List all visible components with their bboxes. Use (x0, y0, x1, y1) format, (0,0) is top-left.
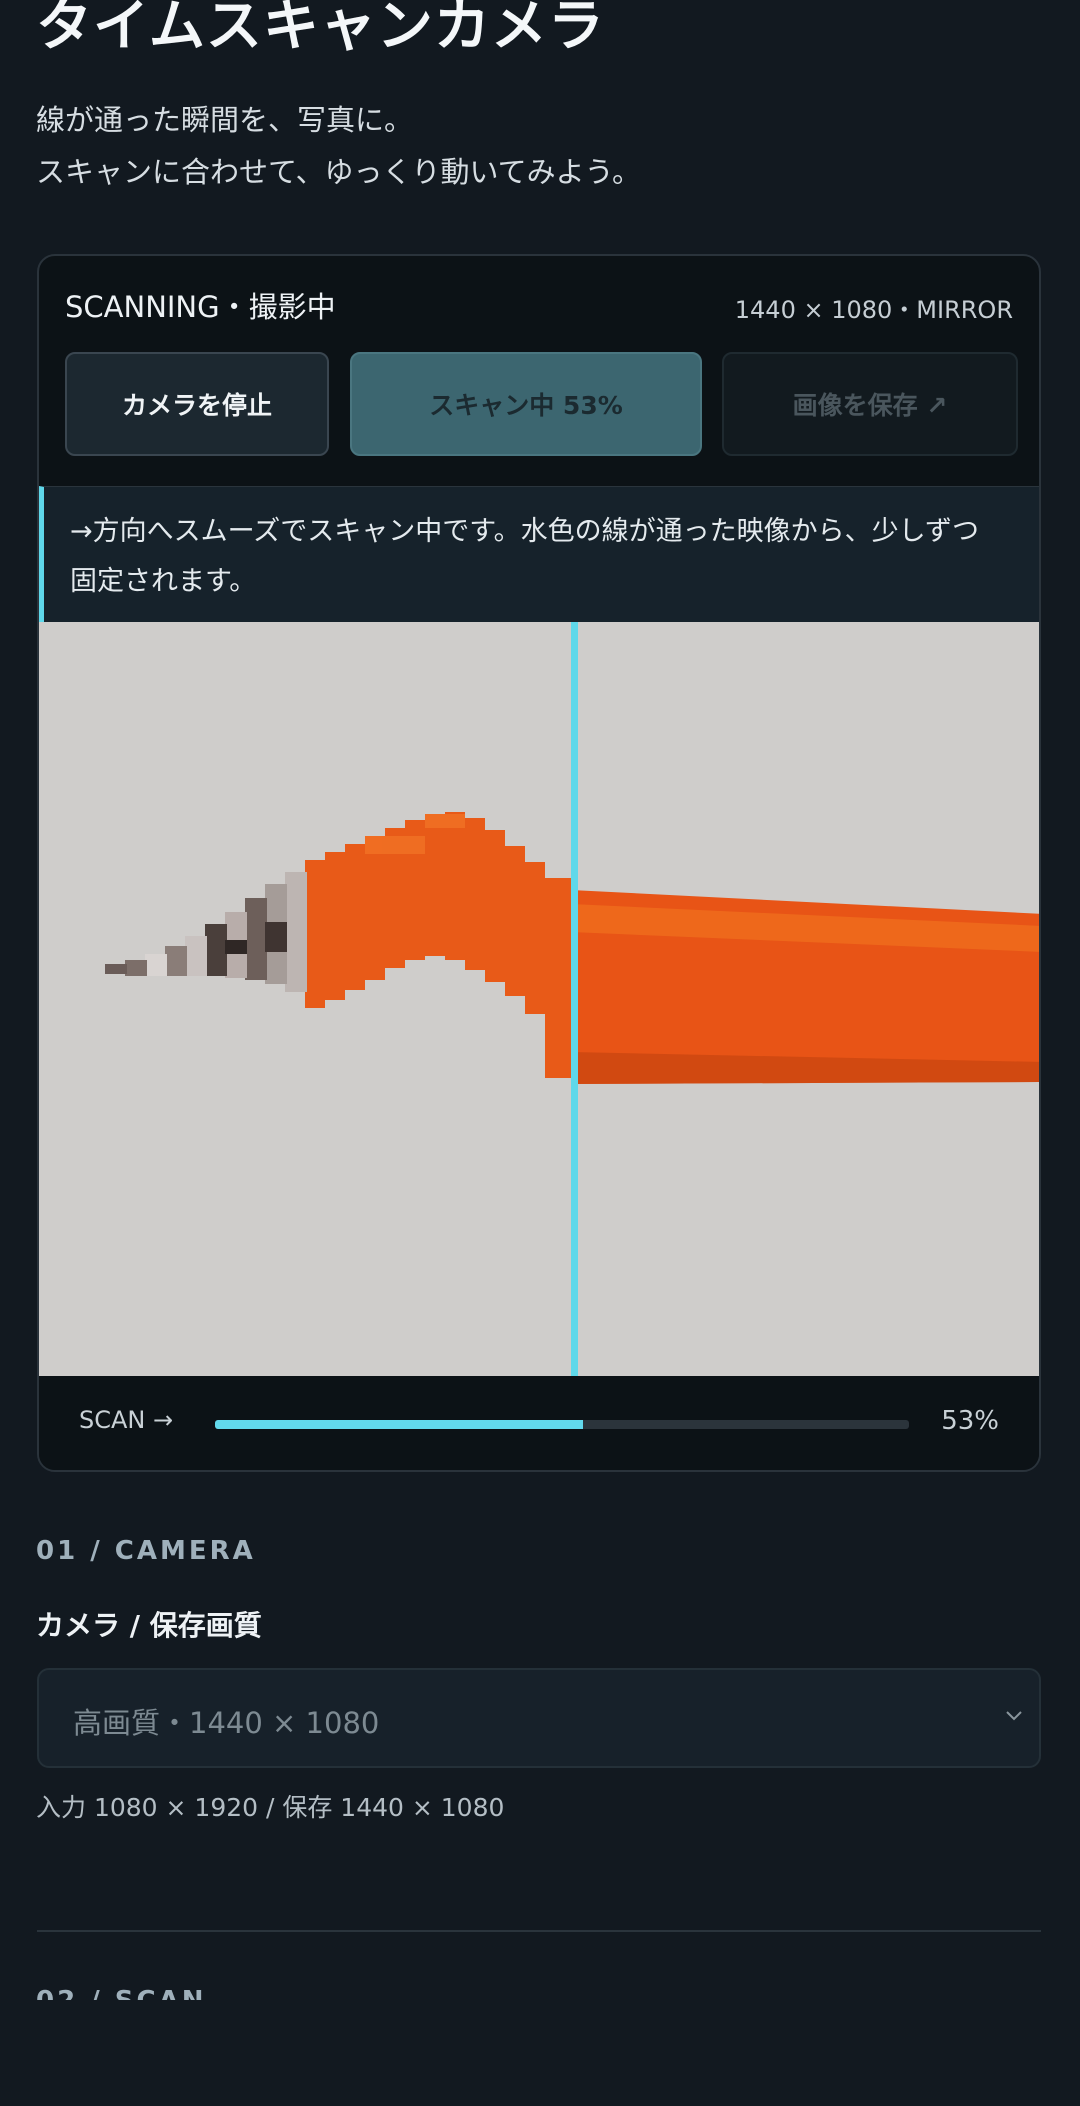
resolution-hint: 入力 1080 × 1920 / 保存 1440 × 1080 (36, 1793, 505, 1822)
status-text: SCANNING・撮影中 (65, 290, 336, 324)
save-image-button[interactable]: 画像を保存 ↗ (722, 352, 1018, 456)
scan-progress-button[interactable]: スキャン中 53% (350, 352, 702, 456)
lead-line-2: スキャンに合わせて、ゆっくり動いてみよう。 (36, 155, 641, 189)
lead-line-1: 線が通った瞬間を、写真に。 (36, 103, 414, 137)
scan-line (571, 622, 578, 1376)
page-title: タイムスキャンカメラ (36, 0, 605, 59)
quality-select-value: 高画質・1440 × 1080 (73, 1706, 380, 1740)
scan-notice-text: →方向へスムーズでスキャン中です。水色の線が通った映像から、少しずつ固定されます… (70, 516, 980, 597)
scan-preview-image (39, 622, 1039, 1376)
camera-section-label: 01 / CAMERA (36, 1536, 256, 1566)
scan-progress-bar: SCAN → 53% (39, 1376, 1039, 1470)
progress-fill (215, 1420, 583, 1429)
scan-section-label: 02 / SCAN (36, 1984, 206, 2000)
quality-field-label: カメラ / 保存画質 (36, 1609, 262, 1642)
scanner-header: SCANNING・撮影中 1440 × 1080・MIRROR カメラを停止 ス… (39, 256, 1039, 486)
section-divider (37, 1930, 1041, 1932)
progress-track (215, 1420, 909, 1429)
page-lead: 線が通った瞬間を、写真に。 スキャンに合わせて、ゆっくり動いてみよう。 (36, 94, 641, 198)
chevron-down-icon (1006, 1711, 1022, 1721)
scan-direction-label: SCAN → (79, 1406, 174, 1434)
quality-select[interactable]: 高画質・1440 × 1080 (37, 1668, 1041, 1768)
progress-percent: 53% (941, 1406, 999, 1436)
scanner-card: SCANNING・撮影中 1440 × 1080・MIRROR カメラを停止 ス… (37, 254, 1041, 1472)
scan-notice: →方向へスムーズでスキャン中です。水色の線が通った映像から、少しずつ固定されます… (39, 486, 1039, 622)
stop-camera-button[interactable]: カメラを停止 (65, 352, 329, 456)
page: タイムスキャンカメラ 線が通った瞬間を、写真に。 スキャンに合わせて、ゆっくり動… (0, 0, 1080, 2106)
camera-preview (39, 622, 1039, 1376)
resolution-text: 1440 × 1080・MIRROR (734, 296, 1013, 324)
